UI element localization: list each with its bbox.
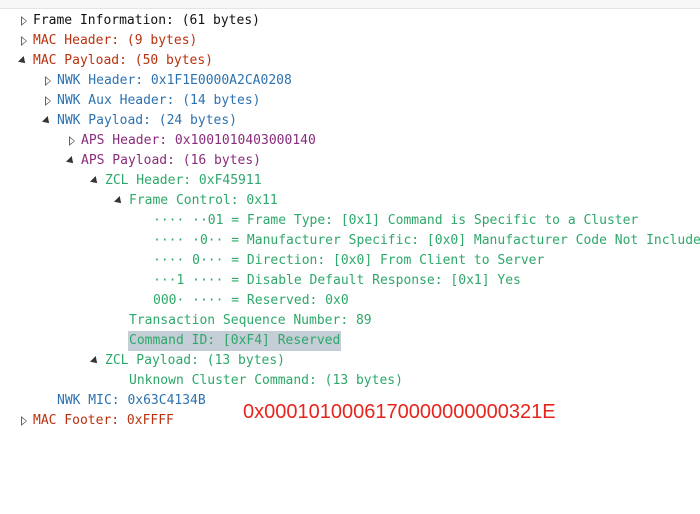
tree-label: ZCL Payload: (13 bytes): [105, 353, 286, 368]
tree-label: ZCL Header: 0xF45911: [105, 173, 262, 188]
tree-label: 000· ···· = Reserved: 0x0: [153, 293, 349, 308]
tree-label: NWK Payload: (24 bytes): [57, 113, 238, 128]
tree-label: APS Payload: (16 bytes): [81, 153, 262, 168]
tree-label: Frame Control: 0x11: [129, 193, 278, 208]
tree-label: ···1 ···· = Disable Default Response: [0…: [153, 273, 521, 288]
collapse-arrow-icon[interactable]: [89, 351, 101, 371]
collapse-arrow-icon[interactable]: [89, 171, 101, 191]
collapse-arrow-icon[interactable]: [65, 151, 77, 171]
tree-label: Unknown Cluster Command: (13 bytes): [129, 373, 403, 388]
annotation-hex-text: 0x0001010006170000000000321E: [243, 401, 556, 423]
tree-label: MAC Payload: (50 bytes): [33, 53, 214, 68]
window-top-border: [0, 0, 700, 9]
collapse-arrow-icon[interactable]: [41, 111, 53, 131]
expand-arrow-icon[interactable]: [42, 91, 54, 111]
tree-label: ···· 0··· = Direction: [0x0] From Client…: [153, 253, 545, 268]
tree-label: MAC Header: (9 bytes): [33, 33, 198, 48]
expand-arrow-icon[interactable]: [18, 411, 30, 431]
tree-label: ···· ·0·· = Manufacturer Specific: [0x0]…: [153, 233, 700, 248]
collapse-arrow-icon[interactable]: [113, 191, 125, 211]
tree-label: Frame Information: (61 bytes): [33, 13, 260, 28]
tree-label: NWK Header: 0x1F1E0000A2CA0208: [57, 73, 292, 88]
tree-label-selected: Command ID: [0xF4] Reserved: [128, 331, 342, 351]
expand-arrow-icon[interactable]: [42, 71, 54, 91]
expand-arrow-icon[interactable]: [18, 31, 30, 51]
tree-label: APS Header: 0x1001010403000140: [81, 133, 316, 148]
expand-arrow-icon[interactable]: [18, 11, 30, 31]
tree-label: NWK MIC: 0x63C4134B: [57, 393, 206, 408]
expand-arrow-icon[interactable]: [66, 131, 78, 151]
collapse-arrow-icon[interactable]: [17, 51, 29, 71]
tree-label: MAC Footer: 0xFFFF: [33, 413, 174, 428]
tree-label: ···· ··01 = Frame Type: [0x1] Command is…: [153, 213, 639, 228]
tree-label: NWK Aux Header: (14 bytes): [57, 93, 261, 108]
tree-label: Transaction Sequence Number: 89: [129, 313, 372, 328]
